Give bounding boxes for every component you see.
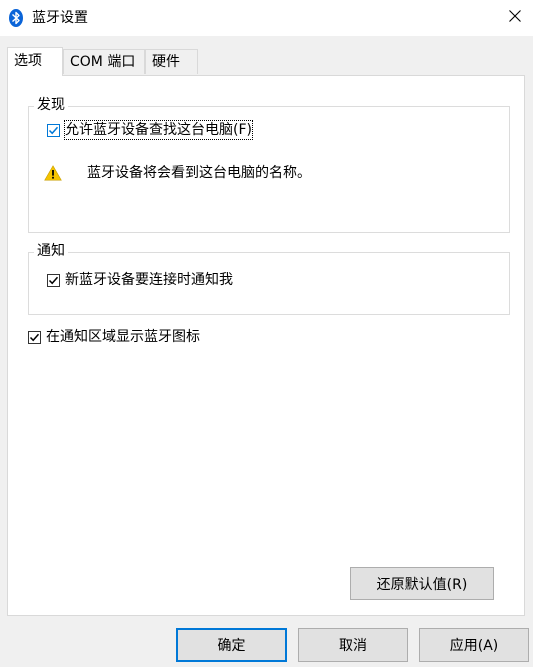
notify-new-device-label[interactable]: 新蓝牙设备要连接时通知我 (65, 271, 233, 289)
warning-icon (44, 165, 62, 181)
show-tray-icon-label[interactable]: 在通知区域显示蓝牙图标 (46, 328, 200, 346)
discovery-group-label: 发现 (34, 96, 68, 114)
tab-hardware[interactable]: 硬件 (145, 49, 198, 74)
allow-discovery-row: 允许蓝牙设备查找这台电脑(F) (47, 120, 253, 140)
close-button[interactable] (497, 0, 533, 36)
close-icon (509, 10, 521, 26)
allow-discovery-checkbox[interactable] (47, 123, 60, 137)
tab-options[interactable]: 选项 (7, 47, 63, 76)
cancel-button[interactable]: 取消 (298, 628, 408, 662)
checkmark-icon (48, 126, 59, 134)
show-tray-icon-checkbox[interactable] (28, 330, 41, 344)
allow-discovery-label[interactable]: 允许蓝牙设备查找这台电脑(F) (64, 120, 253, 140)
window-title: 蓝牙设置 (32, 10, 88, 26)
show-tray-icon-row: 在通知区域显示蓝牙图标 (28, 328, 200, 346)
notify-new-device-checkbox[interactable] (47, 273, 60, 287)
checkmark-icon (29, 333, 40, 341)
discovery-warning-text: 蓝牙设备将会看到这台电脑的名称。 (87, 165, 311, 181)
checkmark-icon (48, 276, 59, 284)
notify-new-device-row: 新蓝牙设备要连接时通知我 (47, 271, 233, 289)
notifications-group-label: 通知 (34, 242, 68, 260)
restore-defaults-button[interactable]: 还原默认值(R) (350, 567, 494, 600)
title-bar: 蓝牙设置 (0, 0, 533, 36)
options-panel: 发现 允许蓝牙设备查找这台电脑(F) 蓝牙设备将会看到这台电脑的名称。 通知 新… (7, 75, 525, 616)
apply-button[interactable]: 应用(A) (419, 628, 529, 662)
bluetooth-icon (9, 9, 23, 27)
ok-button[interactable]: 确定 (176, 628, 287, 662)
tab-com-ports[interactable]: COM 端口 (63, 49, 145, 74)
